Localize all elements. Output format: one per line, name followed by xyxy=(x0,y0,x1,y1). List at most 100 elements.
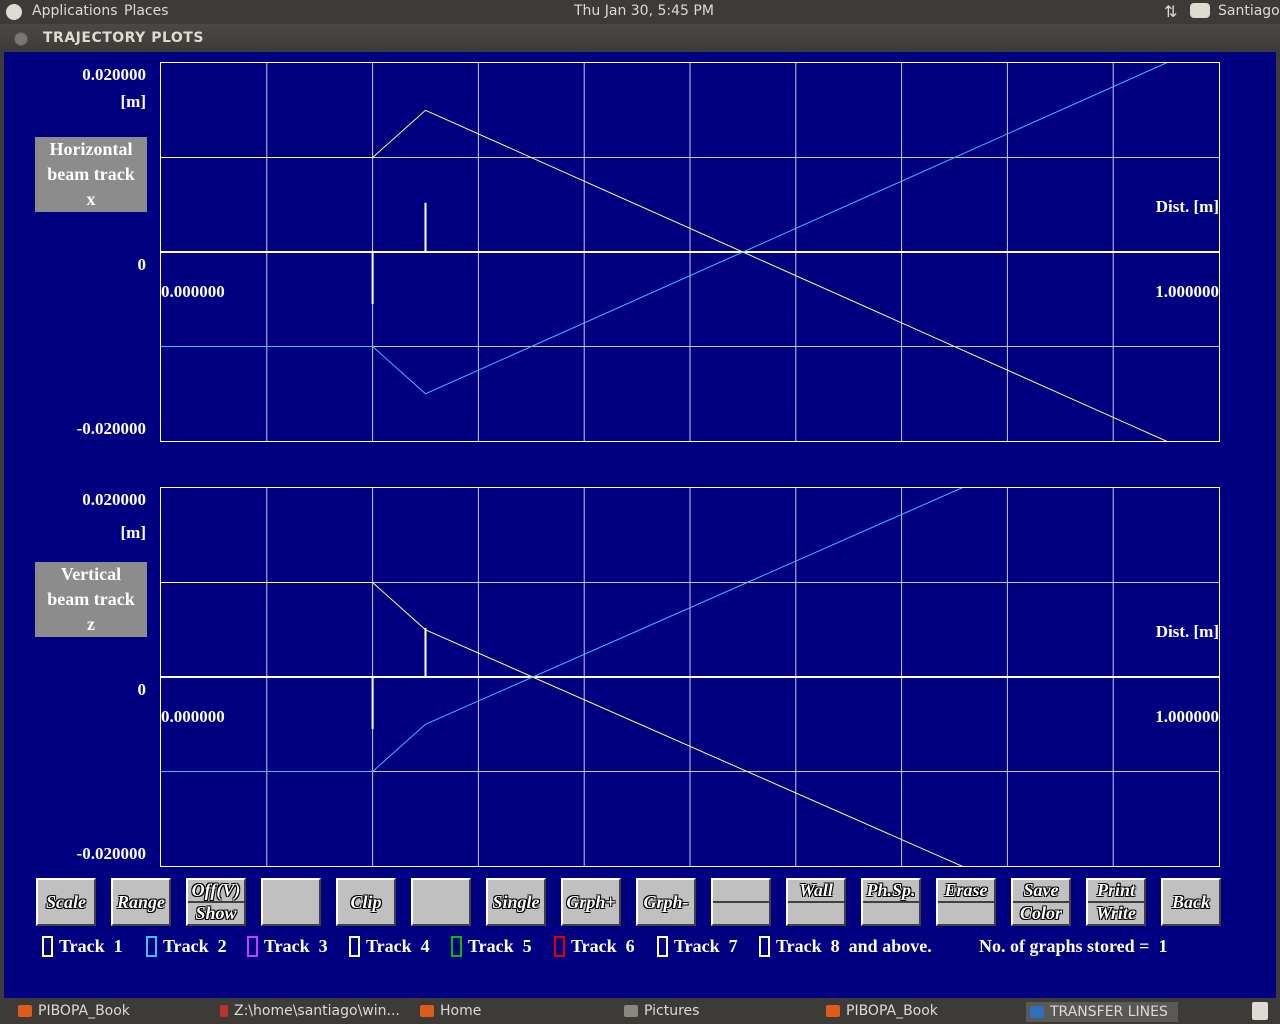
range-button[interactable]: Range xyxy=(111,878,171,926)
horizontal-plot-svg xyxy=(161,63,1219,441)
vertical-track-label: Vertical beam track z xyxy=(35,562,147,637)
folder-icon xyxy=(826,1005,840,1017)
track-3-swatch xyxy=(247,936,258,957)
graphs-stored-value: 1 xyxy=(1158,936,1168,956)
h-ymax-label: 0.020000 xyxy=(82,65,146,84)
h-panel-line2: beam track xyxy=(47,164,135,184)
v-panel-line2: beam track xyxy=(47,589,135,609)
clock[interactable]: Thu Jan 30, 5:45 PM xyxy=(574,3,714,19)
tracks-suffix: and above. xyxy=(848,936,932,956)
h-dist-label: Dist. [m] xyxy=(1155,197,1219,216)
blank3-bottom xyxy=(713,903,769,924)
blank-button-2[interactable] xyxy=(411,878,471,926)
track-legend-1: Track 1 xyxy=(42,936,123,957)
track-legend-5: Track 5 xyxy=(451,936,532,957)
taskbar-item-label: Home xyxy=(440,1003,482,1019)
taskbar-item-transfer-lines[interactable]: TRANSFER LINES xyxy=(1026,1002,1178,1022)
write-label: Write xyxy=(1096,903,1136,923)
track-legend-8: Track 8 and above. xyxy=(759,936,932,957)
user-menu[interactable]: Santiago xyxy=(1218,3,1280,19)
grph-minus-label: Grph- xyxy=(643,891,689,912)
plot-canvas: 0.020000 [m] Horizontal beam track x 0 -… xyxy=(4,52,1276,998)
v-panel-line1: Vertical xyxy=(60,564,122,584)
grph-minus-button[interactable]: Grph- xyxy=(636,878,696,926)
taskbar-item-label: Pictures xyxy=(644,1003,700,1019)
ubuntu-logo-icon[interactable] xyxy=(6,4,22,20)
phsp-bottom xyxy=(863,903,919,924)
taskbar-item-home[interactable]: Home xyxy=(420,1003,481,1019)
v-panel-line3: z xyxy=(87,614,95,634)
taskbar: PIBOPA_Book Z:\home\santiago\win... Home… xyxy=(0,1000,1280,1024)
menu-places[interactable]: Places xyxy=(124,3,169,19)
blank-button-1[interactable] xyxy=(261,878,321,926)
taskbar-item-pibopa-book-2[interactable]: PIBOPA_Book xyxy=(826,1003,938,1019)
track-7-num: 7 xyxy=(728,936,738,956)
offv-show-button[interactable]: Off(V) Show xyxy=(186,878,246,926)
wall-bottom xyxy=(788,903,844,924)
save-color-button[interactable]: Save Color xyxy=(1011,878,1071,926)
window-titlebar[interactable]: TRAJECTORY PLOTS xyxy=(0,24,1280,52)
track-1-num: 1 xyxy=(113,936,123,956)
track-8-swatch xyxy=(759,936,770,957)
home-folder-icon xyxy=(420,1005,434,1017)
track-4-label: Track xyxy=(366,936,412,956)
track-legend-3: Track 3 xyxy=(247,936,328,957)
taskbar-item-pibopa-book-1[interactable]: PIBOPA_Book xyxy=(18,1003,130,1019)
track-8-label: Track xyxy=(776,936,822,956)
menu-applications[interactable]: Applications xyxy=(32,3,118,19)
phsp-button[interactable]: Ph.Sp. xyxy=(861,878,921,926)
track-legend-2: Track 2 xyxy=(146,936,227,957)
back-button-label: Back xyxy=(1172,891,1210,912)
clip-button[interactable]: Clip xyxy=(336,878,396,926)
erase-button[interactable]: Erase xyxy=(936,878,996,926)
track-2-swatch xyxy=(146,936,157,957)
save-label: Save xyxy=(1013,880,1069,903)
track-7-swatch xyxy=(657,936,668,957)
track-legend-7: Track 7 xyxy=(657,936,738,957)
taskbar-item-pictures[interactable]: Pictures xyxy=(624,1003,699,1019)
folder-icon xyxy=(18,1005,32,1017)
vertical-plot-svg xyxy=(161,488,1219,866)
scale-button[interactable]: Scale xyxy=(36,878,96,926)
taskbar-item-label: TRANSFER LINES xyxy=(1050,1004,1168,1020)
v-unit-label: [m] xyxy=(120,523,146,542)
phsp-label: Ph.Sp. xyxy=(863,880,919,903)
track-5-num: 5 xyxy=(522,936,532,956)
h-ymin-label: -0.020000 xyxy=(76,419,146,438)
grph-plus-button[interactable]: Grph+ xyxy=(561,878,621,926)
top-panel: Applications Places Thu Jan 30, 5:45 PM … xyxy=(0,0,1280,24)
back-button[interactable]: Back xyxy=(1161,878,1221,926)
graphs-stored: No. of graphs stored = 1 xyxy=(979,936,1167,957)
network-icon[interactable]: ⇅ xyxy=(1164,2,1177,21)
window-title: TRAJECTORY PLOTS xyxy=(43,30,204,46)
track-1-label: Track xyxy=(59,936,105,956)
clip-button-label: Clip xyxy=(350,891,382,912)
single-button[interactable]: Single xyxy=(486,878,546,926)
blank-button-3[interactable] xyxy=(711,878,771,926)
taskbar-item-wine-path[interactable]: Z:\home\santiago\win... xyxy=(220,1003,400,1019)
app-icon xyxy=(1030,1006,1044,1018)
h-xmin-label: 0.000000 xyxy=(161,282,225,301)
track-5-label: Track xyxy=(468,936,514,956)
track-2-label: Track xyxy=(163,936,209,956)
v-zero-label: 0 xyxy=(137,680,147,699)
track-6-swatch xyxy=(554,936,565,957)
track-6-label: Track xyxy=(571,936,617,956)
wall-label: Wall xyxy=(788,880,844,903)
track-1-swatch xyxy=(42,936,53,957)
range-button-label: Range xyxy=(116,891,165,912)
trash-icon[interactable] xyxy=(1252,1002,1268,1020)
track-4-swatch xyxy=(349,936,360,957)
v-dist-label: Dist. [m] xyxy=(1155,622,1219,641)
folder-icon xyxy=(624,1005,638,1017)
show-label: Show xyxy=(195,903,237,923)
track-2-num: 2 xyxy=(217,936,227,956)
print-label: Print xyxy=(1088,880,1144,903)
chat-icon[interactable] xyxy=(1190,3,1210,18)
scale-button-label: Scale xyxy=(46,891,86,912)
print-write-button[interactable]: Print Write xyxy=(1086,878,1146,926)
single-button-label: Single xyxy=(492,891,540,912)
horizontal-plot: 0.000000 1.000000 Dist. [m] xyxy=(160,62,1220,442)
window-menu-icon[interactable] xyxy=(14,32,28,46)
wall-button[interactable]: Wall xyxy=(786,878,846,926)
